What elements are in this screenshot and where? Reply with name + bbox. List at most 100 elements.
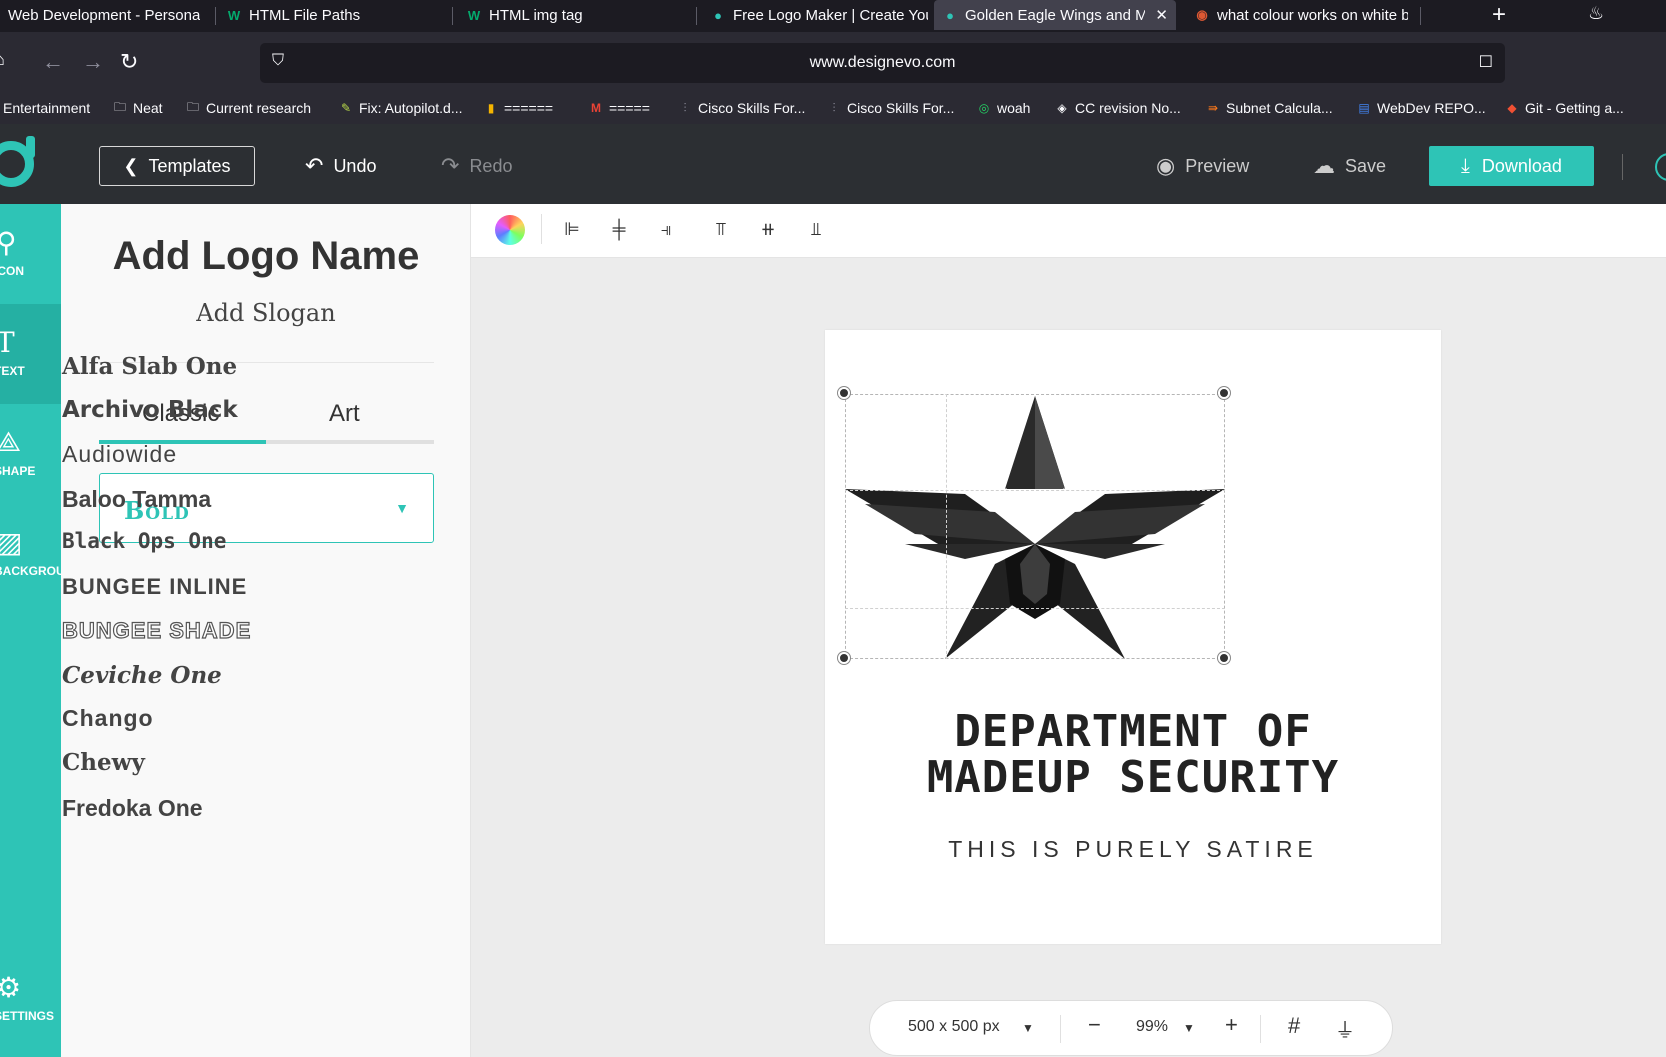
rail-label: SETTINGS <box>0 1009 55 1023</box>
bookmark-item[interactable]: ◆ Git - Getting a... <box>1504 100 1623 116</box>
align-middle-vertical-icon[interactable]: ⧺ <box>753 214 783 244</box>
font-item[interactable]: Chewy <box>62 749 145 776</box>
back-icon[interactable]: ← <box>42 49 64 75</box>
eye-icon: ◉ <box>1156 153 1176 178</box>
font-item[interactable]: Black Ops One <box>62 529 226 553</box>
rail-item-icon[interactable]: ⚲ ICON <box>0 204 61 304</box>
cisco-icon: ⫶ <box>832 100 836 115</box>
resize-handle[interactable] <box>838 652 850 664</box>
download-icon: ⤓ <box>1461 154 1470 177</box>
font-item[interactable]: Chango <box>62 705 154 732</box>
bookmark-item[interactable]: ▮ ====== <box>483 100 553 116</box>
bookmark-label: CC revision No... <box>1075 100 1181 116</box>
resize-handle[interactable] <box>1218 652 1230 664</box>
bookmark-item[interactable]: 🗀 Neat <box>112 99 163 117</box>
bookmark-item[interactable]: ◈ CC revision No... <box>1054 100 1181 116</box>
add-logo-name-button[interactable]: Add Logo Name <box>61 234 471 279</box>
align-right-icon[interactable]: ⫣ <box>651 214 681 244</box>
bookmark-item[interactable]: M ===== <box>588 100 650 116</box>
logo-slogan[interactable]: THIS IS PURELY SATIRE <box>825 836 1441 863</box>
browser-tab[interactable]: ◉ what colour works on white b <box>1186 0 1408 30</box>
rail-item-shape[interactable]: ⟁ SHAPE <box>0 404 61 504</box>
bookmark-item[interactable]: ⇛ Subnet Calcula... <box>1205 100 1333 116</box>
flame-icon[interactable]: ♨ <box>1588 3 1604 24</box>
bookmark-item[interactable]: ▤ WebDev REPO... <box>1356 100 1485 116</box>
font-item[interactable]: Ceviche One <box>62 662 222 689</box>
browser-tab[interactable]: ● Free Logo Maker | Create You <box>702 0 928 30</box>
rail-item-text[interactable]: T TEXT <box>0 304 61 404</box>
align-top-icon[interactable]: ⫪ <box>706 214 736 244</box>
preview-button[interactable]: ◉ Preview <box>1156 153 1249 179</box>
templates-button[interactable]: ❮ Templates <box>99 146 255 186</box>
align-center-horizontal-icon[interactable]: ╪ <box>604 214 634 244</box>
canvas-size-select[interactable]: 500 x 500 px <box>908 1018 1000 1036</box>
url-bar[interactable]: ⛉ www.designevo.com ☐ <box>260 43 1505 83</box>
font-item[interactable]: Audiowide <box>62 441 177 468</box>
redo-button[interactable]: ↷ Redo <box>441 153 512 179</box>
selection-box <box>845 394 1225 659</box>
link-icon: ✎ <box>340 101 352 115</box>
bookmark-item[interactable]: 🗀 Current research <box>185 100 311 117</box>
browser-tab-active[interactable]: ● Golden Eagle Wings and Mil ✕ <box>934 0 1176 30</box>
layers-icon: ◈ <box>1057 101 1067 115</box>
bookmark-label: Subnet Calcula... <box>1226 100 1333 116</box>
undo-label: Undo <box>333 155 377 176</box>
bookmark-item[interactable]: ◎ woah <box>976 100 1031 116</box>
close-icon[interactable]: ✕ <box>1155 6 1168 24</box>
background-icon: ▨ <box>0 527 23 558</box>
align-guide-icon[interactable]: ⏚ <box>1335 1014 1355 1043</box>
rail-item-background[interactable]: ▨ BACKGROUND <box>0 504 82 604</box>
bookmark-item[interactable]: ⫶ Cisco Skills For... <box>677 100 805 116</box>
save-button[interactable]: ☁ Save <box>1313 153 1386 179</box>
font-item[interactable]: Baloo Tamma <box>62 486 211 513</box>
font-item[interactable]: BUNGEE SHADE <box>61 617 251 644</box>
zoom-level[interactable]: 99% <box>1136 1018 1168 1036</box>
caret-down-icon: ▼ <box>395 500 409 516</box>
logo-title-line-2[interactable]: MADEUP SECURITY <box>825 752 1441 803</box>
gear-icon: ⚙ <box>0 972 22 1003</box>
bookmark-label: ====== <box>504 100 554 116</box>
browser-tab[interactable]: W HTML File Paths <box>218 0 440 30</box>
bookmark-item[interactable]: ✎ Fix: Autopilot.d... <box>338 100 463 116</box>
browser-tab[interactable]: Web Development - Personal <box>0 0 200 30</box>
font-item[interactable]: Alfa Slab One <box>62 353 237 380</box>
new-tab-icon[interactable]: + <box>1484 0 1514 30</box>
rail-item-settings[interactable]: ⚙ SETTINGS <box>0 949 61 1049</box>
browser-tab[interactable]: W HTML img tag <box>458 0 688 30</box>
bookmark-item[interactable]: Entertainment <box>3 100 90 116</box>
folder-icon: 🗀 <box>113 99 126 114</box>
bookmark-label: Cisco Skills For... <box>847 100 955 116</box>
tab-art[interactable]: Art <box>329 400 360 428</box>
forward-icon[interactable]: → <box>82 49 104 75</box>
url-text[interactable]: www.designevo.com <box>260 54 1505 72</box>
redo-icon: ↷ <box>441 153 460 178</box>
duckduckgo-icon: ◉ <box>1196 7 1208 22</box>
caret-down-icon[interactable]: ▼ <box>1022 1021 1034 1035</box>
bookmark-icon[interactable]: ☐ <box>1479 52 1493 72</box>
toolbar-divider <box>541 214 542 244</box>
grid-icon[interactable]: # <box>1288 1013 1300 1039</box>
logo-title-line-1[interactable]: DEPARTMENT OF <box>825 706 1441 757</box>
align-left-icon[interactable]: ⊫ <box>557 214 587 244</box>
download-button[interactable]: ⤓ Download <box>1429 146 1594 186</box>
zoom-in-icon[interactable]: + <box>1225 1012 1238 1038</box>
home-icon[interactable]: ⌂ <box>0 49 5 70</box>
undo-button[interactable]: ↶ Undo <box>305 153 376 179</box>
font-item[interactable]: Fredoka One <box>62 795 203 822</box>
align-bottom-icon[interactable]: ⫫ <box>801 214 831 244</box>
bookmark-item[interactable]: ⫶ Cisco Skills For... <box>826 100 954 116</box>
tab-title: Web Development - Personal <box>8 6 200 24</box>
caret-down-icon[interactable]: ▼ <box>1183 1021 1195 1035</box>
font-item[interactable]: BUNGEE INLINE <box>62 574 247 600</box>
add-slogan-button[interactable]: Add Slogan <box>61 299 471 327</box>
guide-line <box>845 608 1225 609</box>
tab-title: Free Logo Maker | Create You <box>733 6 928 24</box>
whatsapp-icon: ◎ <box>978 101 990 115</box>
reload-icon[interactable]: ↻ <box>120 49 138 75</box>
font-item[interactable]: Archivo Black <box>62 397 238 423</box>
color-picker-icon[interactable] <box>495 215 525 245</box>
resize-handle[interactable] <box>838 387 850 399</box>
bookmark-label: Cisco Skills For... <box>698 100 806 116</box>
resize-handle[interactable] <box>1218 387 1230 399</box>
zoom-out-icon[interactable]: − <box>1088 1012 1101 1038</box>
